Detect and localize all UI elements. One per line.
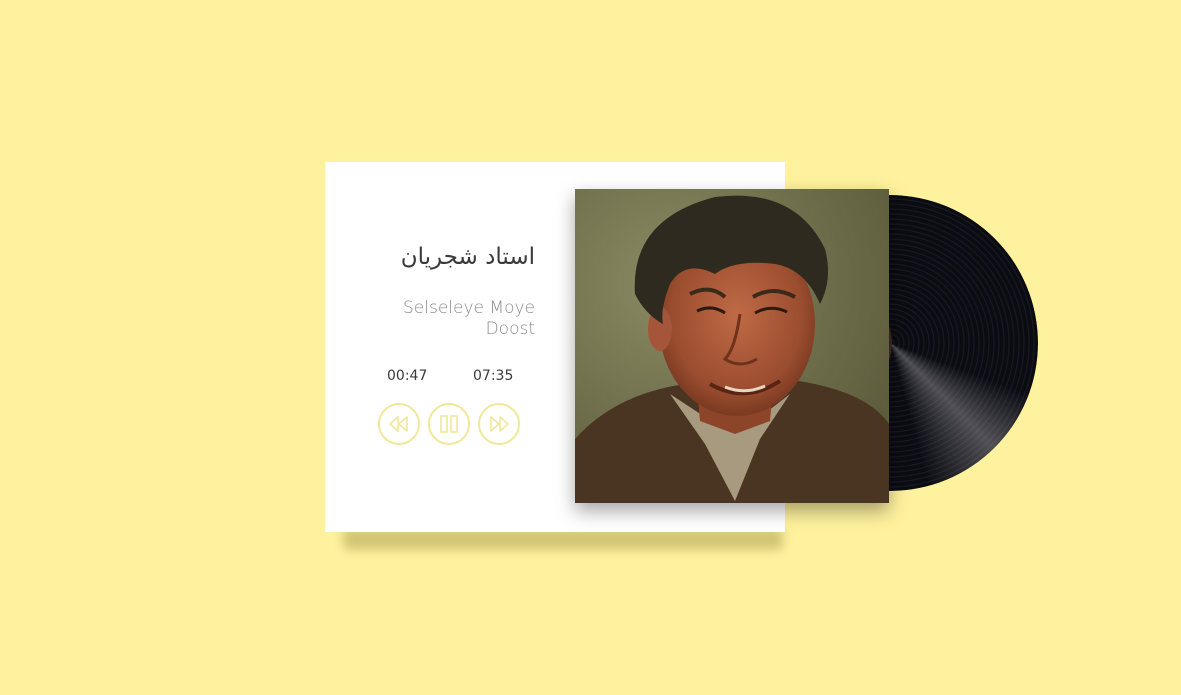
pause-button[interactable] (428, 403, 470, 445)
total-time: 07:35 (473, 368, 514, 384)
fast-forward-button[interactable] (478, 403, 520, 445)
artist-name: استاد شجریان (400, 244, 535, 270)
track-title-line-2: Doost (485, 319, 535, 339)
playback-controls (378, 403, 520, 445)
fast-forward-icon (490, 416, 509, 432)
album-art (575, 189, 889, 503)
pause-icon (440, 415, 458, 433)
artist-portrait (575, 189, 889, 503)
music-player-stage: استاد شجریان Selseleye Moye Doost 00:47 … (0, 0, 1181, 695)
track-title-line-1: Selseleye Moye (403, 298, 535, 318)
rewind-icon (389, 416, 408, 432)
rewind-button[interactable] (378, 403, 420, 445)
current-time: 00:47 (387, 368, 428, 384)
track-title: Selseleye Moye Doost (395, 298, 535, 340)
